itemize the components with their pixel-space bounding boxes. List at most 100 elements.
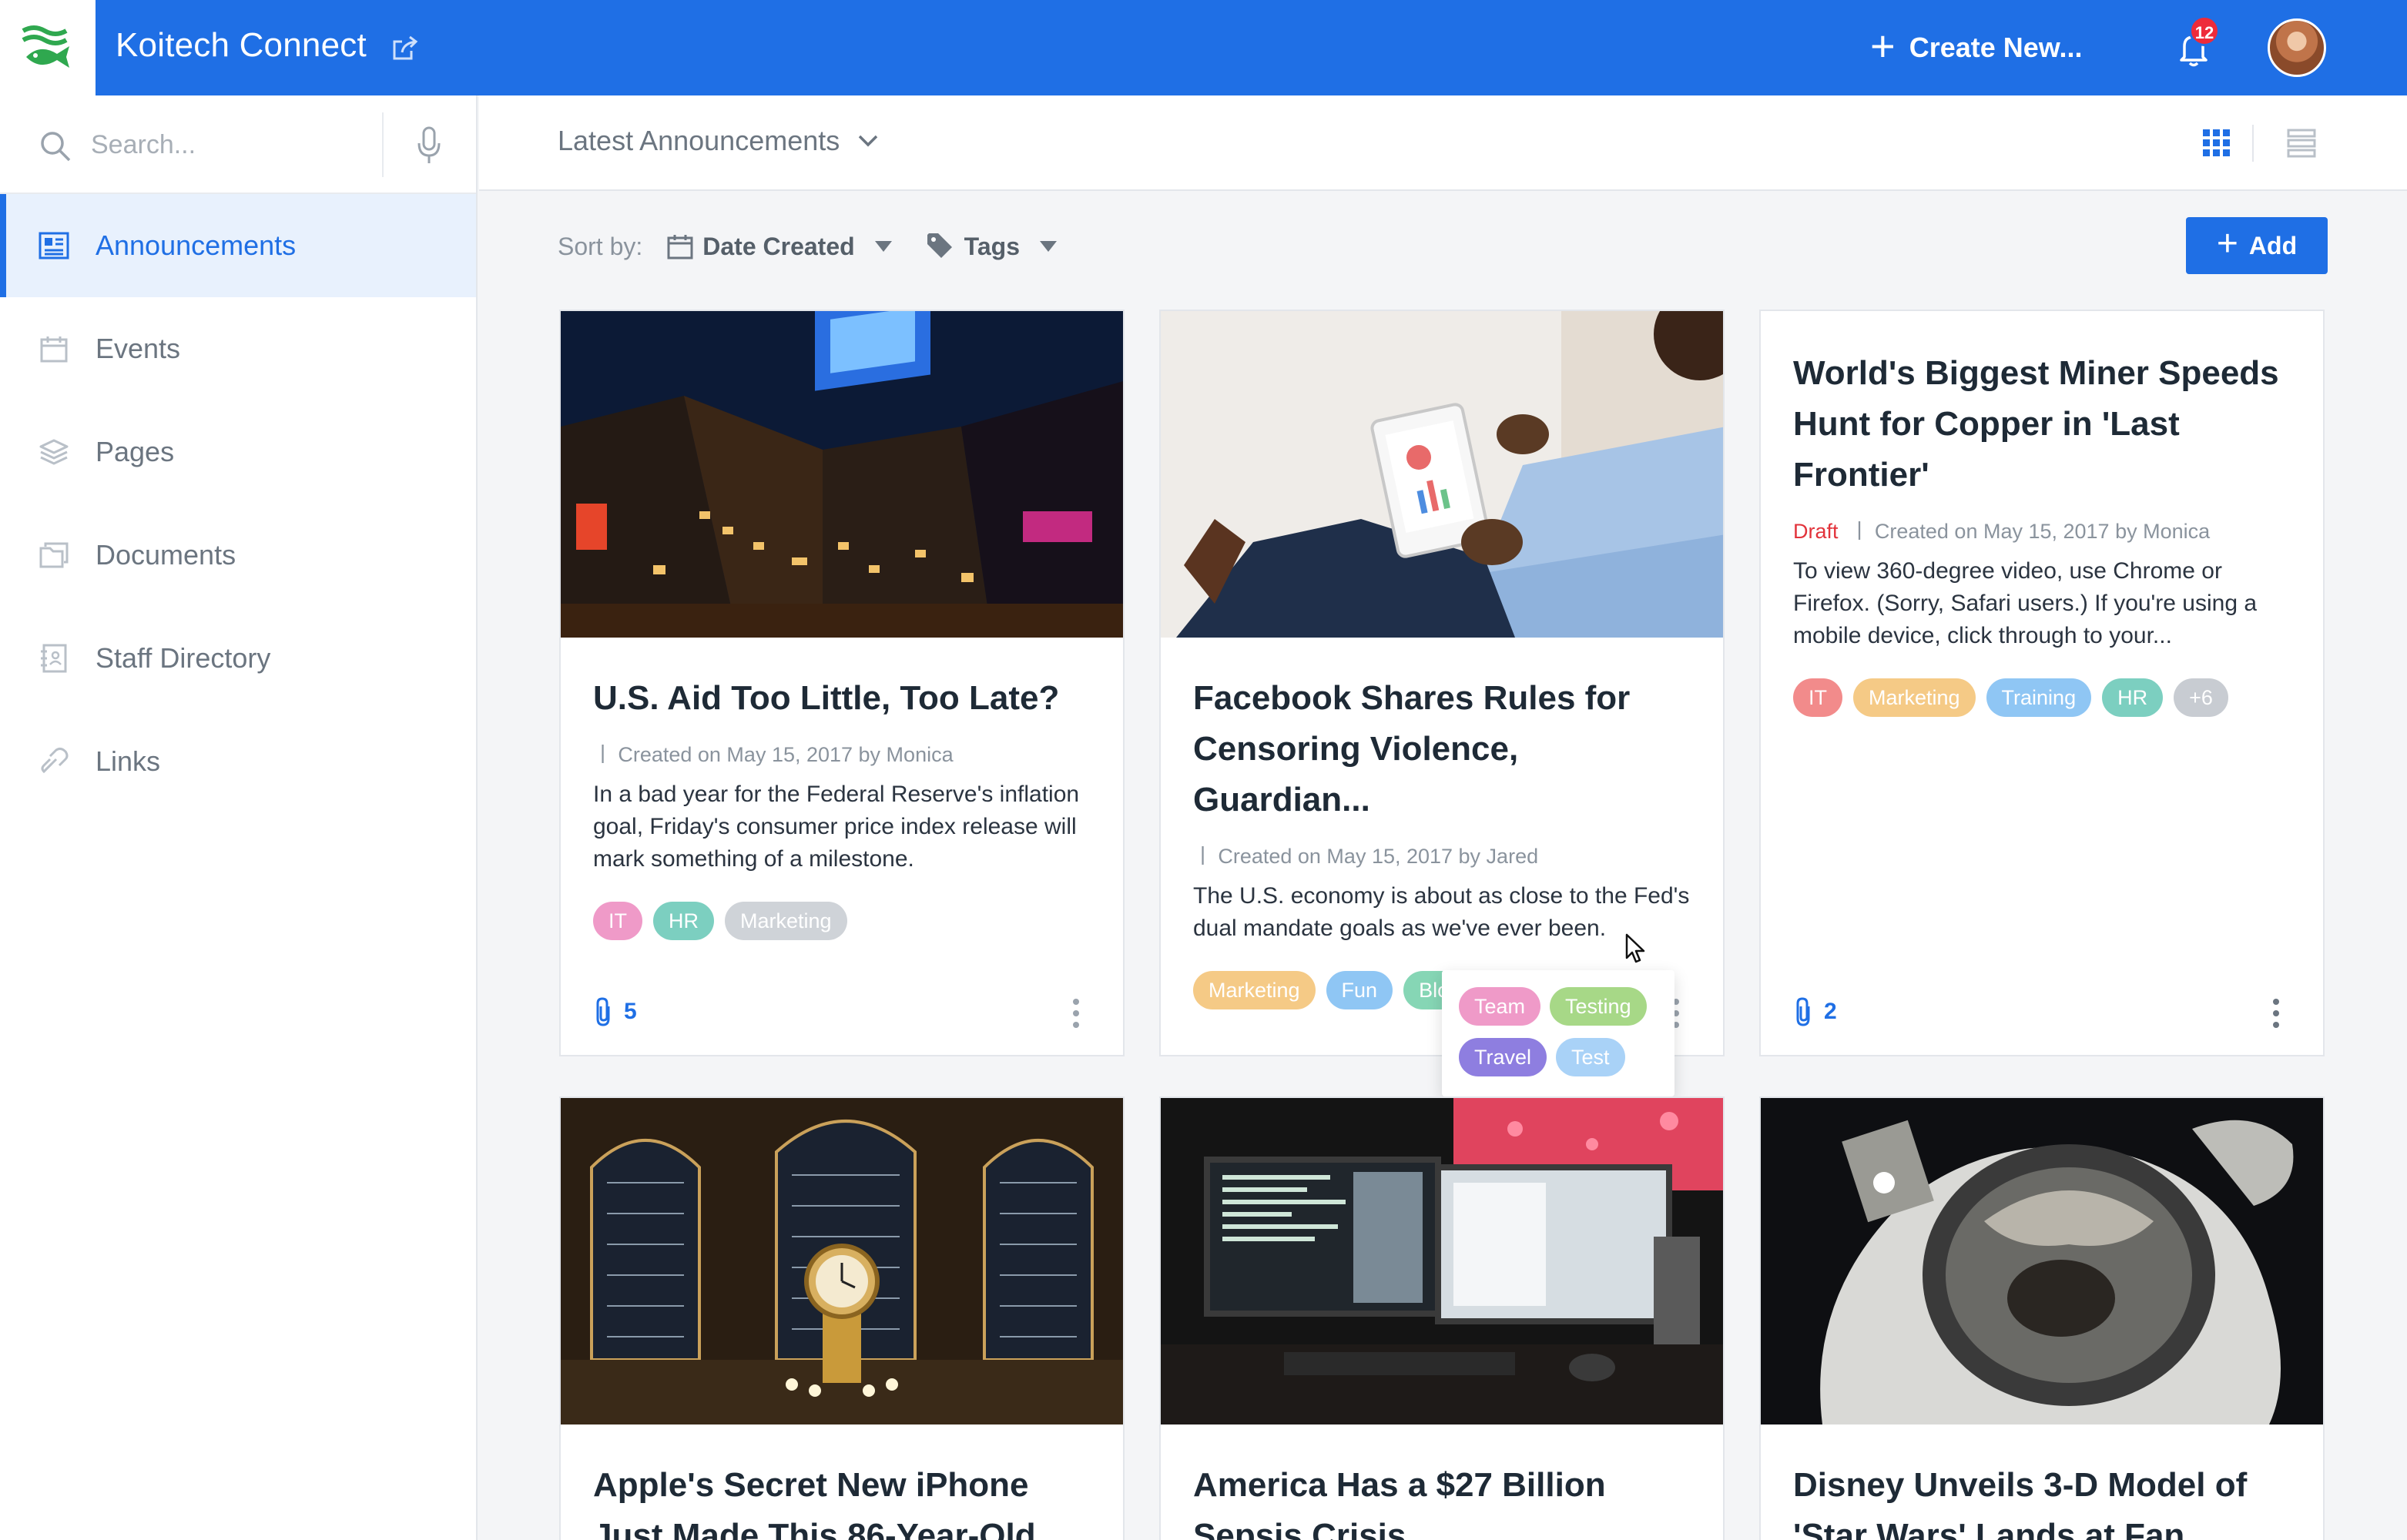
plus-icon: + — [2216, 223, 2238, 264]
calendar-icon — [667, 235, 693, 259]
card-meta-text: Created on May 15, 2017 by Monica — [618, 743, 954, 766]
card-meta-text: Created on May 15, 2017 by Jared — [1218, 845, 1539, 868]
app-logo[interactable] — [0, 0, 96, 95]
sidebar-item-events[interactable]: Events — [0, 297, 476, 400]
search-input[interactable] — [91, 123, 368, 166]
card-tags: IT HR Marketing — [593, 902, 1091, 940]
list-view-icon[interactable] — [2286, 128, 2317, 159]
content-toolbar: Latest Announcements — [479, 95, 2407, 191]
search-icon — [41, 132, 71, 162]
tag-team[interactable]: Team — [1459, 987, 1541, 1026]
announcement-card[interactable]: Apple's Secret New iPhone Just Made This… — [559, 1096, 1125, 1540]
attachment-count[interactable]: 5 — [593, 997, 637, 1026]
sidebar-item-pages[interactable]: Pages — [0, 400, 476, 504]
section-dropdown[interactable]: Latest Announcements — [558, 125, 880, 157]
card-meta: ㅣ Created on May 15, 2017 by Jared — [1193, 845, 1539, 868]
link-icon — [39, 746, 69, 777]
more-options-icon[interactable] — [2272, 998, 2280, 1029]
section-dropdown-label: Latest Announcements — [558, 125, 840, 156]
card-meta: ㅣ Created on May 15, 2017 by Monica — [593, 743, 954, 766]
card-image-computer-desk — [1161, 1098, 1723, 1424]
calendar-icon — [39, 333, 69, 364]
tag-more-button[interactable]: +6 — [2174, 678, 2228, 717]
sidebar-item-label: Links — [96, 745, 161, 777]
mouse-cursor-icon — [1625, 933, 1645, 963]
sidebar-item-label: Events — [96, 333, 181, 364]
attachment-count[interactable]: 2 — [1793, 997, 1837, 1026]
more-options-icon[interactable] — [1072, 998, 1080, 1029]
sort-date-created-dropdown[interactable]: Date Created — [667, 233, 900, 261]
microphone-icon[interactable] — [416, 125, 442, 166]
tag-training[interactable]: Training — [1986, 678, 2092, 717]
tag-it[interactable]: IT — [1793, 678, 1842, 717]
folder-icon — [39, 540, 69, 571]
card-excerpt: In a bad year for the Federal Reserve's … — [593, 782, 1080, 872]
layers-icon — [39, 437, 69, 467]
sidebar-item-staff-directory[interactable]: Staff Directory — [0, 607, 476, 710]
sidebar: Announcements Events Pages Documents Sta… — [0, 95, 478, 1540]
card-title[interactable]: U.S. Aid Too Little, Too Late? — [593, 673, 1091, 724]
sort-date-label: Date Created — [702, 232, 855, 260]
sort-bar: Sort by: Date Created Tags — [558, 223, 1066, 270]
draft-status: Draft — [1793, 520, 1839, 543]
announcement-card[interactable]: America Has a $27 Billion Sepsis Crisis — [1159, 1096, 1725, 1540]
tag-testing[interactable]: Testing — [1550, 987, 1647, 1026]
card-title[interactable]: America Has a $27 Billion Sepsis Crisis — [1193, 1460, 1691, 1540]
user-avatar[interactable] — [2268, 18, 2326, 77]
tag-icon — [927, 233, 952, 258]
sidebar-item-announcements[interactable]: Announcements — [0, 194, 476, 297]
app-header: Koitech Connect + Create New... 12 — [0, 0, 2407, 95]
grid-view-icon[interactable] — [2201, 128, 2232, 159]
tag-marketing[interactable]: Marketing — [725, 902, 847, 940]
sidebar-item-documents[interactable]: Documents — [0, 504, 476, 607]
add-button-label: Add — [2248, 231, 2298, 259]
announcement-card[interactable]: World's Biggest Miner Speeds Hunt for Co… — [1759, 310, 2325, 1056]
card-image-station-clock — [561, 1098, 1123, 1424]
tag-test[interactable]: Test — [1556, 1038, 1625, 1076]
sidebar-item-label: Pages — [96, 436, 175, 467]
announcement-card[interactable]: Disney Unveils 3-D Model of 'Star Wars' … — [1759, 1096, 2325, 1540]
plus-icon: + — [1870, 22, 1896, 70]
card-footer: 2 — [1793, 995, 2291, 1029]
search-bar — [0, 95, 476, 194]
sidebar-item-label: Staff Directory — [96, 642, 271, 674]
sort-tags-dropdown[interactable]: Tags — [926, 232, 1066, 261]
sort-tags-label: Tags — [964, 232, 1020, 260]
chevron-down-icon — [859, 135, 878, 147]
sidebar-item-label: Announcements — [96, 229, 297, 261]
card-image-astronaut — [1761, 1098, 2323, 1424]
card-title[interactable]: Apple's Secret New iPhone Just Made This… — [593, 1460, 1091, 1540]
paperclip-icon — [1796, 997, 1810, 1026]
tag-marketing[interactable]: Marketing — [1853, 678, 1976, 717]
add-button[interactable]: + Add — [2186, 217, 2328, 274]
create-new-button[interactable]: + Create New... — [1870, 22, 2083, 70]
card-excerpt: To view 360-degree video, use Chrome or … — [1793, 558, 2258, 648]
card-meta: Draft ㅣ Created on May 15, 2017 by Monic… — [1793, 520, 2211, 543]
external-link-icon[interactable] — [390, 32, 421, 63]
address-book-icon — [39, 643, 69, 674]
tag-it[interactable]: IT — [593, 902, 642, 940]
card-title[interactable]: World's Biggest Miner Speeds Hunt for Co… — [1793, 348, 2291, 500]
card-meta-text: Created on May 15, 2017 by Monica — [1874, 520, 2211, 543]
sort-label: Sort by: — [558, 232, 643, 260]
tag-hr[interactable]: HR — [2102, 678, 2164, 717]
attachment-count-value: 5 — [624, 999, 637, 1024]
paperclip-icon — [596, 997, 610, 1026]
tags-popover: Team Testing Travel Test — [1442, 970, 1675, 1096]
card-title[interactable]: Facebook Shares Rules for Censoring Viol… — [1193, 673, 1691, 825]
notification-badge: 12 — [2189, 15, 2220, 46]
sidebar-item-links[interactable]: Links — [0, 710, 476, 813]
attachment-count-value: 2 — [1824, 999, 1837, 1024]
create-new-label: Create New... — [1909, 32, 2083, 63]
caret-down-icon — [1039, 241, 1057, 252]
card-title[interactable]: Disney Unveils 3-D Model of 'Star Wars' … — [1793, 1460, 2291, 1540]
announcement-card[interactable]: U.S. Aid Too Little, Too Late? ㅣ Created… — [559, 310, 1125, 1056]
card-image-city-night — [561, 311, 1123, 638]
card-footer: 5 — [593, 995, 1091, 1029]
tag-travel[interactable]: Travel — [1459, 1038, 1547, 1076]
app-title: Koitech Connect — [116, 26, 367, 64]
caret-down-icon — [874, 241, 892, 252]
card-tags: IT Marketing Training HR +6 — [1793, 678, 2291, 717]
sidebar-item-label: Documents — [96, 539, 236, 571]
tag-hr[interactable]: HR — [653, 902, 714, 940]
